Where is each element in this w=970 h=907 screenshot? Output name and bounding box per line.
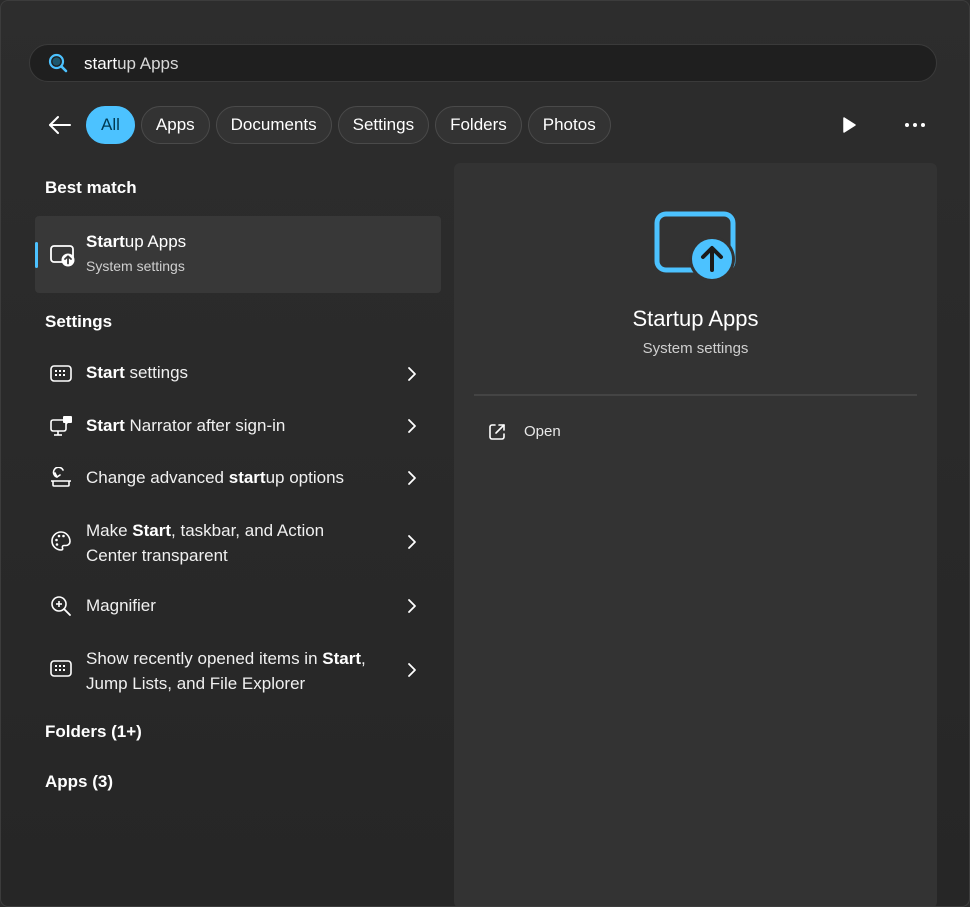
folders-heading[interactable]: Folders (1+) [45,722,142,742]
chevron-right-icon [408,535,416,549]
best-match-title: Startup Apps [86,232,187,251]
apps-heading[interactable]: Apps (3) [45,772,113,792]
settings-item-label: Make Start, taskbar, and Action Center t… [86,521,325,565]
magnifier-icon [51,596,71,616]
settings-item-magnifier[interactable]: Magnifier [35,591,441,621]
start-settings-icon [50,660,72,677]
settings-item-narrator[interactable]: Start Narrator after sign-in [35,411,441,441]
open-external-icon [489,424,505,440]
tab-documents[interactable]: Documents [215,106,332,144]
settings-item-advanced-startup[interactable]: Change advanced startup options [35,463,441,493]
tab-photos[interactable]: Photos [527,106,611,144]
filter-tabs: All Apps Documents Settings Folders Phot… [86,106,611,144]
preview-title: Startup Apps [632,306,759,331]
settings-item-recent-items[interactable]: Show recently opened items in Start, Jum… [35,644,441,698]
selection-indicator [35,242,38,268]
settings-item-transparency[interactable]: Make Start, taskbar, and Action Center t… [35,516,441,570]
startup-apps-icon [654,211,736,281]
chevron-right-icon [408,471,416,485]
advanced-startup-icon [51,467,71,487]
tab-all[interactable]: All [86,106,135,144]
settings-item-label: Magnifier [86,596,156,615]
back-arrow-icon[interactable] [47,113,73,137]
start-settings-icon [50,365,72,382]
tab-folders[interactable]: Folders [435,106,522,144]
play-icon[interactable] [839,115,859,135]
best-match-heading: Best match [45,178,137,197]
narrator-icon [50,416,72,436]
search-icon [48,53,68,73]
search-box[interactable]: startup Apps [29,44,937,82]
settings-heading: Settings [45,312,113,331]
settings-item-label: Start Narrator after sign-in [86,416,286,435]
settings-item-label: Show recently opened items in Start, Jum… [86,649,366,693]
best-match-item[interactable]: Startup Apps System settings [35,216,441,293]
preview-subtitle: System settings [642,340,749,357]
search-window: startup Apps All Apps Documents Settings… [0,0,970,907]
more-options-icon[interactable] [901,115,929,135]
startup-apps-icon [50,245,75,267]
settings-item-label: Change advanced startup options [86,468,345,487]
chevron-right-icon [408,367,416,381]
preview-panel: Startup Apps System settings Open [454,163,937,906]
open-button[interactable]: Open [486,421,686,445]
settings-item-label: Start settings [86,363,189,382]
chevron-right-icon [408,599,416,613]
open-label: Open [524,423,561,440]
settings-item-start-settings[interactable]: Start settings [35,359,441,389]
search-input[interactable]: startup Apps [84,54,179,74]
divider [474,394,917,396]
chevron-right-icon [408,663,416,677]
tab-apps[interactable]: Apps [140,106,210,144]
best-match-subtitle: System settings [86,258,185,274]
tab-settings[interactable]: Settings [337,106,430,144]
palette-icon [51,531,71,551]
chevron-right-icon [408,419,416,433]
